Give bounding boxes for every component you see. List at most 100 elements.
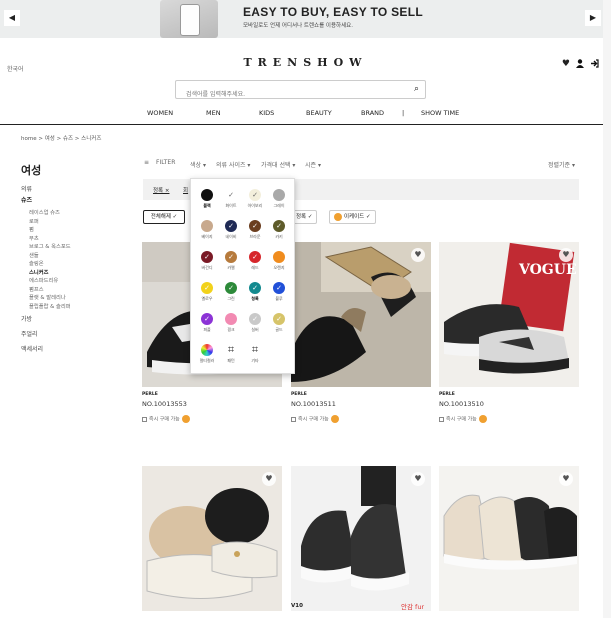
product-image-label: V10 [291, 603, 303, 609]
sidebar-item[interactable]: 플랫 & 발레리나 [29, 293, 66, 301]
color-swatch: ✓ [249, 251, 261, 263]
selected-filter-tag[interactable]: 회 [183, 186, 188, 194]
selected-filter-tag[interactable]: 정록 × [153, 186, 169, 194]
filter-price-dropdown[interactable]: 가격대 선택 ▾ [261, 160, 295, 169]
color-option[interactable]: ✓ 화이트 [220, 189, 242, 209]
color-option[interactable]: ✓ 레드 [244, 251, 266, 271]
color-option[interactable]: 오렌지 [268, 251, 290, 271]
color-swatch [273, 189, 285, 201]
color-option[interactable]: ✓ 아이보리 [244, 189, 266, 209]
wishlist-heart-icon[interactable]: ♥ [562, 59, 570, 71]
color-option[interactable]: 베이지 [196, 220, 218, 240]
vogue-text: VOGUE [518, 262, 577, 278]
wishlist-heart-icon[interactable]: ♥ [262, 472, 276, 486]
app-download-banner[interactable]: ◀ EASY TO BUY, EASY TO SELL 모바일로도 언제 어디서… [0, 0, 611, 38]
color-option[interactable]: ✓ 버건디 [196, 251, 218, 271]
product-number[interactable]: NO.10013511 [291, 400, 336, 408]
color-swatch: ✓ [273, 282, 285, 294]
sidebar-item[interactable]: 로퍼 [29, 217, 39, 225]
color-option[interactable]: ✓ 카멜 [220, 251, 242, 271]
color-option[interactable]: ⌗ 패턴 [220, 344, 242, 364]
banner-prev-icon[interactable]: ◀ [4, 10, 20, 26]
product-image[interactable]: ♥ [142, 466, 282, 611]
search-icon[interactable]: ⌕ [414, 84, 419, 94]
color-option[interactable]: ✓ 골드 [268, 313, 290, 333]
availability: 즉시 구매 가능 [291, 415, 339, 423]
sidebar-item[interactable]: 액세서리 [21, 344, 43, 353]
color-label: 브라운 [249, 234, 261, 239]
sidebar-item[interactable]: 샌들 [29, 251, 39, 259]
color-swatch: ✓ [249, 282, 261, 294]
user-icon[interactable] [576, 59, 584, 71]
wishlist-heart-icon[interactable]: ♥ [411, 472, 425, 486]
color-option[interactable]: ✓ 카키 [268, 220, 290, 240]
color-label: 옐로우 [201, 296, 213, 301]
color-option[interactable]: 블랙 [196, 189, 218, 209]
color-option[interactable]: ✓ 실버 [244, 313, 266, 333]
color-option[interactable]: ✓ 퍼플 [196, 313, 218, 333]
nav-beauty[interactable]: BEAUTY [306, 109, 332, 117]
color-option[interactable]: ✓ 브라운 [244, 220, 266, 240]
color-swatch: ⌗ [225, 344, 237, 356]
wishlist-heart-icon[interactable]: ♥ [559, 472, 573, 486]
orange-dot-icon [181, 415, 190, 423]
sidebar-item[interactable]: 슈즈 [21, 195, 32, 204]
color-option[interactable]: ✓ 블루 [268, 282, 290, 302]
color-option[interactable]: ✓ 네이비 [220, 220, 242, 240]
color-option[interactable]: 그레이 [268, 189, 290, 209]
sidebar-item[interactable]: 브로그 & 옥스포드 [29, 242, 71, 250]
scrollbar[interactable] [603, 0, 611, 618]
sidebar-item[interactable]: 주얼리 [21, 329, 38, 338]
filter-chip[interactable]: 이케이드 ✓ [329, 210, 376, 224]
product-brand: PERLE [291, 392, 307, 397]
wishlist-heart-icon[interactable]: ♥ [411, 248, 425, 262]
filter-color-dropdown[interactable]: 색상 ▾ [190, 160, 206, 169]
color-option[interactable]: ✓ 그린 [220, 282, 242, 302]
color-label: 카멜 [227, 265, 235, 270]
sidebar-item[interactable]: 의류 [21, 184, 32, 193]
sidebar-item[interactable]: 플립플랍 & 슬리퍼 [29, 302, 71, 310]
filter-season-dropdown[interactable]: 시즌 ▾ [305, 160, 321, 169]
nav-kids[interactable]: KIDS [259, 109, 274, 117]
breadcrumb[interactable]: home > 여성 > 슈즈 > 스니커즈 [21, 134, 101, 142]
product-image[interactable]: VOGUE ♥ [439, 242, 579, 387]
sidebar-item[interactable]: 가방 [21, 314, 32, 323]
product-image[interactable]: ♥ [291, 466, 431, 611]
sidebar-item[interactable]: 스니커즈 [29, 268, 49, 276]
sort-dropdown[interactable]: 정렬기준 ▾ [548, 160, 575, 169]
sidebar-item[interactable]: 레이스업 슈즈 [29, 208, 60, 216]
color-label: 아이보리 [247, 203, 263, 208]
banner-next-icon[interactable]: ▶ [585, 10, 601, 26]
reset-filters-button[interactable]: 전체해제 ✓ [143, 210, 185, 224]
main-nav: WOMEN MEN KIDS BEAUTY BRAND | SHOW TIME [0, 109, 611, 125]
sidebar-item[interactable]: 펌 [29, 225, 34, 233]
color-option[interactable]: 핑크 [220, 313, 242, 333]
filter-size-dropdown[interactable]: 의류 사이즈 ▾ [216, 160, 250, 169]
search-input[interactable] [176, 86, 396, 103]
color-label: 카키 [275, 234, 283, 239]
nav-women[interactable]: WOMEN [147, 109, 173, 117]
site-logo[interactable]: TRENSHOW [0, 56, 611, 69]
sidebar-item[interactable]: 에스파드리유 [29, 276, 58, 284]
sidebar-item[interactable]: 펌프스 [29, 285, 44, 293]
login-icon[interactable] [590, 59, 599, 71]
nav-men[interactable]: MEN [206, 109, 221, 117]
color-label: 버건디 [201, 265, 213, 270]
product-number[interactable]: NO.10013553 [142, 400, 187, 408]
color-option[interactable]: ✓ 옐로우 [196, 282, 218, 302]
search-box[interactable]: ⌕ [175, 80, 426, 103]
sidebar-item[interactable]: 슬링온 [29, 259, 44, 267]
color-swatch: ✓ [201, 251, 213, 263]
color-label: 화이트 [225, 203, 237, 208]
product-image[interactable]: ♥ [439, 466, 579, 611]
nav-showtime[interactable]: SHOW TIME [421, 109, 459, 117]
nav-brand[interactable]: BRAND [361, 109, 384, 117]
color-option[interactable]: 멀티컬러 [196, 344, 218, 364]
product-number[interactable]: NO.10013510 [439, 400, 484, 408]
color-option[interactable]: ⌗ 기타 [244, 344, 266, 364]
sidebar-item[interactable]: 부츠 [29, 234, 39, 242]
product-image[interactable]: ♥ [291, 242, 431, 387]
wishlist-heart-icon[interactable]: ♥ [559, 248, 573, 262]
color-option[interactable]: ✓ 청록 [244, 282, 266, 302]
header-icons: ♥ [562, 59, 599, 71]
